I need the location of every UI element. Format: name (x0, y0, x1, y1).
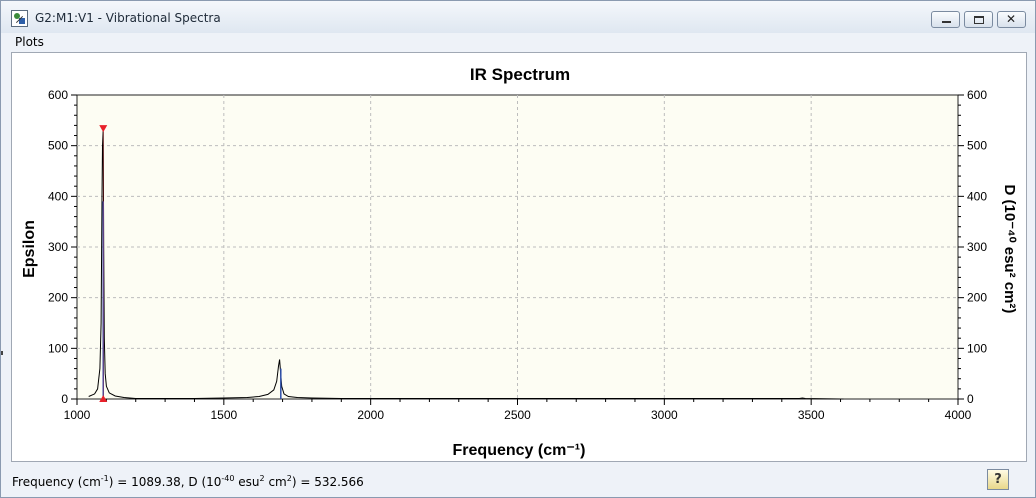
status-readout: Frequency (cm-1) = 1089.38, D (10-40 esu… (12, 474, 364, 489)
window-title: G2:M1:V1 - Vibrational Spectra (35, 11, 221, 25)
x-tick-label: 2000 (357, 408, 384, 422)
x-tick-label: 1500 (210, 408, 237, 422)
restore-icon (974, 16, 984, 24)
y-tick-label-right: 400 (967, 189, 987, 203)
title-bar[interactable]: G2:M1:V1 - Vibrational Spectra ✕ (1, 1, 1035, 33)
y-tick-label-left: 0 (61, 392, 68, 406)
minimize-icon (942, 21, 951, 23)
y-tick-label-right: 100 (967, 341, 987, 355)
restore-button[interactable] (964, 11, 993, 28)
x-tick-label: 3500 (798, 408, 825, 422)
status-freq-prefix: Frequency (cm (12, 475, 101, 489)
app-window: G2:M1:V1 - Vibrational Spectra ✕ Plots I… (0, 0, 1036, 498)
close-button[interactable]: ✕ (997, 11, 1026, 28)
y-tick-label-right: 500 (967, 139, 987, 153)
y-axis-label-right: D (10⁻⁴⁰ esu² cm²) (1001, 185, 1018, 314)
y-tick-label-left: 200 (48, 291, 68, 305)
spectrum-app-icon[interactable] (11, 10, 28, 27)
y-tick-label-left: 500 (48, 139, 68, 153)
ir-spectrum-chart[interactable]: IR Spectrum 1000 1500 2000 2500 3000 3500 4000… (12, 53, 1026, 461)
help-button[interactable]: ? (987, 469, 1009, 490)
x-tick-label: 4000 (945, 408, 972, 422)
y-tick-label-right: 200 (967, 291, 987, 305)
x-tick-label: 2500 (504, 408, 531, 422)
chart-title: IR Spectrum (470, 65, 570, 84)
status-d-unit-b: cm (264, 475, 287, 489)
y-axis-label: Epsilon (21, 220, 38, 278)
close-icon: ✕ (1006, 12, 1017, 26)
status-d-value: ) = 532.566 (291, 475, 364, 489)
status-d-exp: -40 (221, 474, 235, 483)
minimize-button[interactable] (931, 11, 960, 28)
y-tick-label-left: 100 (48, 341, 68, 355)
status-d-unit-a: esu (234, 475, 260, 489)
y-tick-label-right: 600 (967, 88, 987, 102)
menu-bar: Plots (1, 33, 1035, 51)
y-tick-label-left: 300 (48, 240, 68, 254)
status-freq-value: ) = 1089.38, D (10 (108, 475, 222, 489)
y-tick-label-right: 300 (967, 240, 987, 254)
y-tick-label-left: 600 (48, 88, 68, 102)
x-tick-label: 3000 (651, 408, 678, 422)
y-tick-label-left: 400 (48, 189, 68, 203)
x-axis-label: Frequency (cm⁻¹) (453, 442, 586, 459)
plot-panel[interactable]: IR Spectrum 1000 1500 2000 2500 3000 3500 4000… (11, 52, 1027, 462)
window-edge-mark (1, 351, 3, 355)
status-bar: Frequency (cm-1) = 1089.38, D (10-40 esu… (1, 465, 1035, 497)
x-tick-label: 1000 (64, 408, 91, 422)
menu-item-plots[interactable]: Plots (15, 35, 44, 49)
status-freq-exp: -1 (100, 474, 109, 483)
y-tick-label-right: 0 (967, 392, 974, 406)
